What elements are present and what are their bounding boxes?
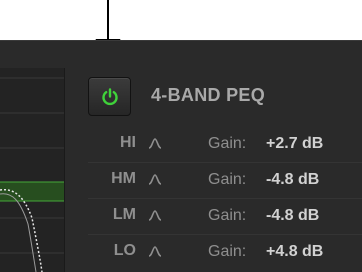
gain-value[interactable]: -4.8 dB (266, 207, 319, 225)
eq-curve-graph[interactable] (0, 68, 65, 272)
band-row-hm[interactable]: HM Gain: -4.8 dB (88, 163, 362, 199)
gain-label: Gain: (208, 171, 247, 188)
gain-label: Gain: (208, 135, 247, 152)
band-name: HM (111, 170, 136, 187)
power-icon (101, 87, 118, 105)
band-row-hi[interactable]: HI Gain: +2.7 dB (88, 127, 362, 163)
gain-label: Gain: (208, 243, 247, 260)
gain-value[interactable]: -4.8 dB (266, 171, 319, 189)
bell-icon (148, 174, 162, 185)
band-name: HI (120, 134, 136, 151)
bell-icon (148, 246, 162, 257)
bell-icon (148, 138, 162, 149)
eq-panel: 4-BAND PEQ HI Gain: +2.7 dB HM Gain: -4.… (0, 40, 362, 272)
band-name: LO (113, 242, 136, 259)
band-row-lm[interactable]: LM Gain: -4.8 dB (88, 199, 362, 235)
eq-curve-shadow (0, 193, 37, 272)
band-row-lo[interactable]: LO Gain: +4.8 dB (88, 235, 362, 270)
gain-value[interactable]: +4.8 dB (266, 243, 323, 261)
bell-icon (148, 210, 162, 221)
band-highlight (0, 182, 64, 201)
eq-curve (0, 188, 43, 272)
plugin-title: 4-BAND PEQ (151, 85, 266, 105)
band-name: LM (112, 206, 136, 223)
gain-value[interactable]: +2.7 dB (266, 135, 323, 153)
band-list: HI Gain: +2.7 dB HM Gain: -4.8 dB LM Gai… (88, 127, 362, 270)
bypass-button[interactable] (88, 77, 131, 116)
gain-label: Gain: (208, 207, 247, 224)
